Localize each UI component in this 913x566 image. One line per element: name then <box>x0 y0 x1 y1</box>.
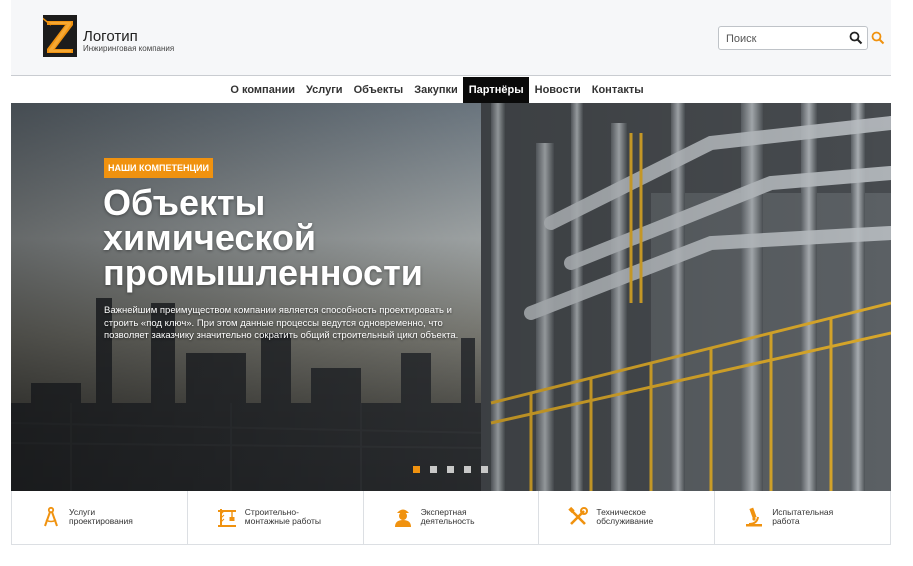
hero-slider[interactable]: НАШИ КОМПЕТЕНЦИИ Объекты химической пром… <box>11 103 891 491</box>
service-label: Услуги проектирования <box>69 508 179 526</box>
search-toggle-icon[interactable] <box>871 31 885 45</box>
slider-dot[interactable] <box>447 466 454 473</box>
hero-title-line: промышленности <box>103 252 423 293</box>
brand-subtitle: Инжиринговая компания <box>83 44 175 53</box>
search-icon[interactable] <box>849 31 863 45</box>
logo-icon[interactable] <box>43 15 77 57</box>
nav-item-partners[interactable]: Партнёры <box>463 77 530 103</box>
service-label: Техническое обслуживание <box>596 508 706 526</box>
service-label-line: деятельность <box>420 516 475 526</box>
service-testing[interactable]: Испытательная работа <box>715 491 890 544</box>
service-label-line: монтажные работы <box>244 516 322 526</box>
microscope-icon <box>743 506 765 528</box>
search-box <box>718 26 868 50</box>
service-label-line: работа <box>772 516 800 526</box>
nav-list: О компании Услуги Объекты Закупки Партнё… <box>225 77 649 103</box>
hero-title-line: химической <box>103 217 317 258</box>
services-bar: Услуги проектирования Строительно- монта… <box>11 491 891 545</box>
compass-icon <box>40 506 62 528</box>
slider-dot[interactable] <box>464 466 471 473</box>
slider-dots <box>413 466 498 473</box>
hero-badge: НАШИ КОМПЕТЕНЦИИ <box>104 158 213 178</box>
nav-item-purchases[interactable]: Закупки <box>409 77 464 103</box>
search-input[interactable] <box>726 31 844 46</box>
main-nav: О компании Услуги Объекты Закупки Партнё… <box>11 77 891 103</box>
service-label-line: обслуживание <box>596 516 654 526</box>
tools-icon <box>567 506 589 528</box>
nav-item-contacts[interactable]: Контакты <box>586 77 649 103</box>
service-label: Испытательная работа <box>772 508 882 526</box>
service-label: Экспертная деятельность <box>421 508 531 526</box>
service-expertise[interactable]: Экспертная деятельность <box>364 491 540 544</box>
hero-description: Важнейшим преимуществом компании являетс… <box>104 305 459 341</box>
nav-item-objects[interactable]: Объекты <box>348 77 409 103</box>
hero-title-line: Объекты <box>103 182 266 223</box>
service-construction[interactable]: Строительно- монтажные работы <box>188 491 364 544</box>
brand-title[interactable]: Логотип <box>83 28 138 45</box>
expert-icon <box>392 506 414 528</box>
slider-dot[interactable] <box>413 466 420 473</box>
service-label-line: проектирования <box>69 516 133 526</box>
site-frame: Логотип Инжиринговая компания О компании… <box>11 0 891 545</box>
crane-icon <box>216 506 238 528</box>
slider-dot[interactable] <box>481 466 488 473</box>
nav-item-services[interactable]: Услуги <box>300 77 348 103</box>
hero-title: Объекты химической промышленности <box>103 182 503 293</box>
nav-item-news[interactable]: Новости <box>529 77 586 103</box>
nav-item-about[interactable]: О компании <box>225 77 301 103</box>
slider-dot[interactable] <box>430 466 437 473</box>
service-label: Строительно- монтажные работы <box>245 508 355 526</box>
service-maintenance[interactable]: Техническое обслуживание <box>539 491 716 544</box>
header: Логотип Инжиринговая компания <box>11 0 891 76</box>
page: Логотип Инжиринговая компания О компании… <box>0 0 913 566</box>
service-design[interactable]: Услуги проектирования <box>12 491 188 544</box>
